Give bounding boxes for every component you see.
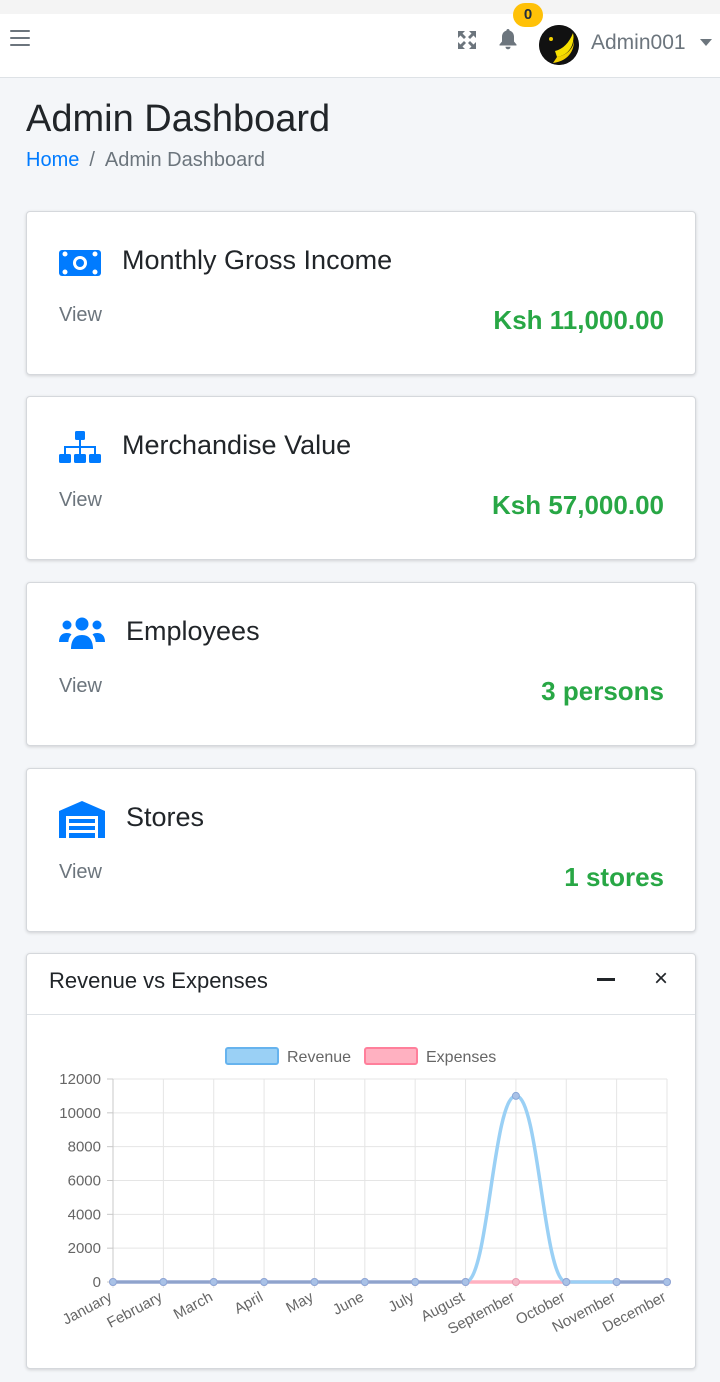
card-title: Merchandise Value: [122, 430, 352, 460]
page-title: Admin Dashboard: [26, 98, 331, 140]
income-card: Monthly Gross Income View Ksh 11,000.00: [26, 211, 696, 375]
card-value: Ksh 57,000.00: [491, 490, 664, 520]
money-icon: [59, 250, 101, 276]
minimize-button[interactable]: [597, 978, 615, 981]
x-tick-label: June: [330, 1289, 367, 1319]
breadcrumb-current: Admin Dashboard: [104, 149, 266, 171]
employees-card: Employees View 3 persons: [26, 582, 696, 746]
data-point-revenue: [663, 1278, 671, 1286]
breadcrumb-separator: /: [89, 149, 95, 171]
data-point-revenue: [461, 1278, 470, 1286]
panel-header: Revenue vs Expenses ×: [27, 954, 695, 1015]
menu-icon[interactable]: [10, 30, 30, 48]
user-menu-name[interactable]: Admin001: [591, 31, 686, 55]
x-tick-label: February: [104, 1288, 165, 1331]
data-point-revenue: [511, 1091, 520, 1100]
y-tick-label: 2000: [68, 1240, 101, 1257]
close-button[interactable]: ×: [654, 967, 668, 991]
card-value: Ksh 11,000.00: [493, 305, 664, 335]
notification-badge: 0: [513, 3, 543, 27]
card-value: 1 stores: [564, 862, 664, 892]
y-tick-label: 0: [93, 1274, 101, 1291]
breadcrumb-home-link[interactable]: Home: [26, 149, 79, 171]
data-point-revenue: [109, 1278, 117, 1286]
data-point-revenue: [209, 1278, 218, 1286]
x-tick-label: March: [171, 1289, 216, 1324]
y-tick-label: 10000: [59, 1105, 101, 1122]
sitemap-icon: [59, 431, 101, 463]
data-point-revenue: [360, 1278, 369, 1286]
x-tick-label: April: [231, 1289, 265, 1318]
merchandise-card: Merchandise Value View Ksh 57,000.00: [26, 396, 696, 560]
legend-label-expenses: Expenses: [426, 1049, 496, 1066]
card-title: Monthly Gross Income: [122, 245, 393, 275]
chevron-down-icon[interactable]: [700, 39, 712, 46]
data-point-expenses: [511, 1278, 520, 1286]
bell-icon[interactable]: [498, 28, 518, 50]
data-point-revenue: [260, 1278, 269, 1286]
card-title: Employees: [126, 616, 260, 646]
x-tick-label: July: [386, 1288, 418, 1316]
view-link[interactable]: View: [59, 304, 102, 327]
data-point-revenue: [411, 1278, 420, 1286]
breadcrumb: Home / Admin Dashboard: [26, 149, 265, 172]
revenue-expenses-chart: 020004000600080001000012000JanuaryFebrua…: [59, 1047, 671, 1338]
warehouse-icon: [59, 801, 105, 838]
y-tick-label: 12000: [59, 1071, 101, 1088]
user-avatar[interactable]: [539, 25, 579, 65]
data-point-revenue: [159, 1278, 168, 1286]
top-navbar: 0 Admin001: [0, 0, 720, 78]
panel-title: Revenue vs Expenses: [49, 968, 268, 993]
legend-swatch-expenses: [364, 1047, 418, 1065]
navbar-top-strip: [0, 0, 720, 14]
series-line-revenue: [113, 1094, 667, 1284]
view-link[interactable]: View: [59, 675, 102, 698]
avatar-image: [539, 25, 579, 65]
card-value: 3 persons: [541, 676, 664, 706]
y-tick-label: 8000: [68, 1139, 101, 1156]
data-point-revenue: [310, 1278, 319, 1286]
stores-card: Stores View 1 stores: [26, 768, 696, 932]
users-icon: [59, 617, 105, 649]
legend-swatch-revenue: [225, 1047, 279, 1065]
legend-label-revenue: Revenue: [287, 1049, 351, 1066]
y-tick-label: 4000: [68, 1206, 101, 1223]
y-tick-label: 6000: [68, 1173, 101, 1190]
x-tick-label: May: [283, 1288, 316, 1317]
card-title: Stores: [126, 802, 205, 832]
data-point-revenue: [562, 1278, 571, 1286]
data-point-revenue: [612, 1278, 621, 1286]
fullscreen-icon[interactable]: [457, 30, 477, 50]
view-link[interactable]: View: [59, 489, 102, 512]
view-link[interactable]: View: [59, 861, 102, 884]
revenue-expenses-panel: Revenue vs Expenses × 0 2000 4000 6000 8000 1…: [26, 953, 696, 1369]
